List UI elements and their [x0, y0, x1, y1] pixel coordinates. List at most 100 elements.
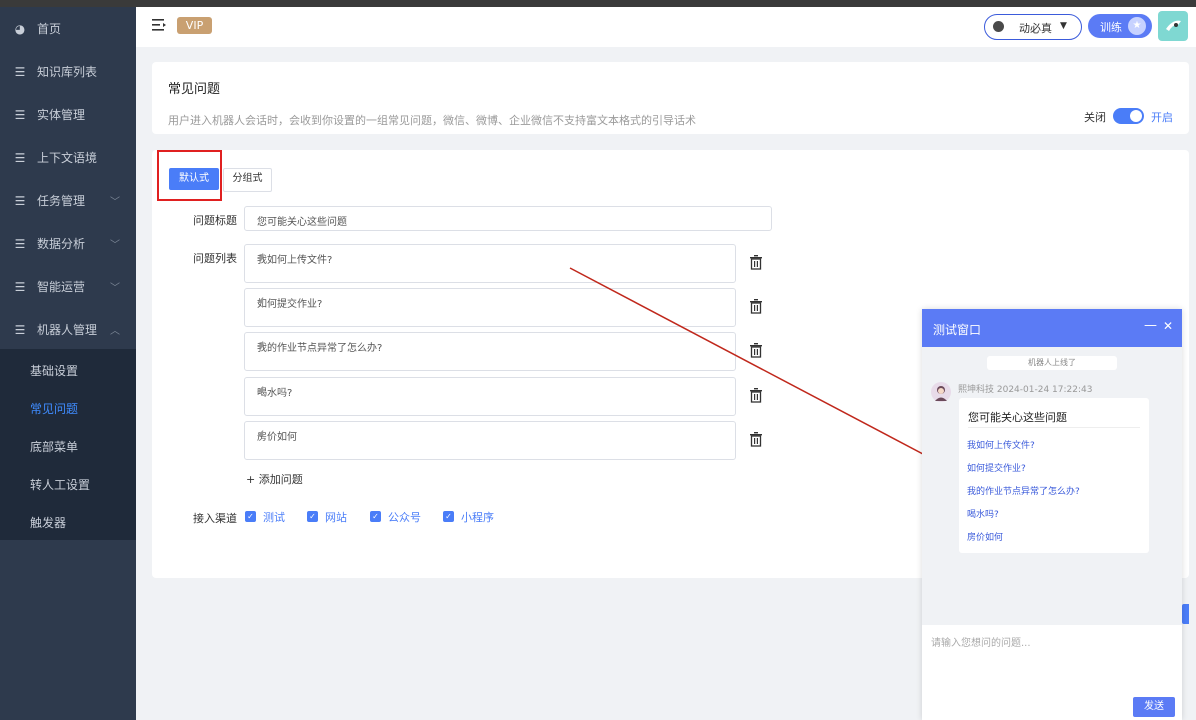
- checkbox-official-account[interactable]: ✓: [370, 511, 381, 522]
- question-textarea[interactable]: 如何提交作业? ◢: [244, 288, 736, 327]
- list-icon: ☰: [14, 279, 26, 294]
- tab-group-style[interactable]: 分组式: [223, 168, 272, 192]
- channel-official-account-label[interactable]: 公众号: [388, 509, 421, 525]
- test-window-title: 测试窗口: [933, 323, 982, 337]
- sidebar-item-knowledge-base[interactable]: ☰ 知识库列表: [0, 50, 136, 93]
- vip-badge: VIP: [177, 17, 212, 34]
- sidebar-item-task[interactable]: ☰ 任务管理 ﹀: [0, 179, 136, 222]
- trash-icon[interactable]: [749, 254, 763, 270]
- train-label: 训练: [1100, 21, 1122, 34]
- sidebar-item-analytics[interactable]: ☰ 数据分析 ﹀: [0, 222, 136, 265]
- dashboard-icon: ◕: [14, 21, 26, 36]
- sidebar-item-label: 知识库列表: [37, 65, 98, 79]
- submenu-basic-settings[interactable]: 基础设置: [0, 351, 136, 389]
- suggested-question-link[interactable]: 如何提交作业?: [967, 461, 1026, 474]
- message-meta: 熙坤科技 2024-01-24 17:22:43: [958, 385, 1093, 395]
- bot-avatar: [931, 382, 951, 402]
- chevron-down-icon: ﹀: [110, 197, 120, 208]
- sidebar-item-entity[interactable]: ☰ 实体管理: [0, 93, 136, 136]
- sidebar-item-label: 数据分析: [37, 237, 86, 251]
- minimize-icon[interactable]: —: [1144, 318, 1157, 333]
- menu-collapse-icon[interactable]: [152, 18, 166, 32]
- suggested-question-link[interactable]: 喝水吗?: [967, 507, 999, 520]
- question-textarea[interactable]: 喝水吗? ◢: [244, 377, 736, 416]
- submenu-transfer-human[interactable]: 转人工设置: [0, 465, 136, 503]
- close-icon[interactable]: ✕: [1163, 319, 1173, 333]
- question-textarea[interactable]: 房价如何 ◢: [244, 421, 736, 460]
- suggested-question-link[interactable]: 我的作业节点异常了怎么办?: [967, 484, 1080, 497]
- resize-grip-icon[interactable]: ◢: [257, 295, 733, 325]
- resize-grip-icon[interactable]: ◢: [257, 339, 733, 369]
- bubble-title: 您可能关心这些问题: [968, 411, 1067, 424]
- chevron-down-icon: ﹀: [110, 283, 120, 294]
- send-button[interactable]: 发送: [1133, 697, 1175, 717]
- chevron-down-icon: ﹀: [110, 240, 120, 251]
- caret-down-icon: ▼: [1060, 21, 1067, 31]
- question-textarea[interactable]: 我如何上传文件? ◢: [244, 244, 736, 283]
- channel-website-label[interactable]: 网站: [325, 509, 347, 525]
- trash-icon[interactable]: [749, 298, 763, 314]
- resize-grip-icon[interactable]: ◢: [257, 384, 733, 414]
- channel-mini-program-label[interactable]: 小程序: [461, 509, 494, 525]
- submenu-bottom-menu[interactable]: 底部菜单: [0, 427, 136, 465]
- page-description: 用户进入机器人会话时，会收到你设置的一组常见问题，微信、微博、企业微信不支持富文…: [168, 114, 696, 127]
- page-title: 常见问题: [168, 82, 221, 97]
- chat-input-area[interactable]: 请输入您想问的问题... 发送: [922, 625, 1182, 720]
- divider: [968, 427, 1140, 428]
- list-icon: ☰: [14, 322, 26, 337]
- window-top-strip: [0, 0, 1196, 7]
- chat-input-placeholder: 请输入您想问的问题...: [931, 638, 1031, 649]
- add-question-button[interactable]: + 添加问题: [246, 471, 303, 487]
- question-title-label: 问题标题: [193, 214, 237, 227]
- resize-grip-icon[interactable]: ◢: [257, 251, 733, 281]
- suggested-question-link[interactable]: 房价如何: [967, 530, 1003, 543]
- toggle-knob: [1130, 110, 1142, 122]
- checkbox-test[interactable]: ✓: [245, 511, 256, 522]
- switch-off-label: 关闭: [1084, 111, 1106, 124]
- robot-submenu: 基础设置 常见问题 底部菜单 转人工设置 触发器: [0, 349, 136, 540]
- list-icon: ☰: [14, 64, 26, 79]
- sidebar-item-robot[interactable]: ☰ 机器人管理 ︿: [0, 308, 136, 351]
- resize-grip-icon[interactable]: ◢: [257, 428, 733, 458]
- list-icon: ☰: [14, 236, 26, 251]
- suggested-question-link[interactable]: 我如何上传文件?: [967, 438, 1035, 451]
- sidebar-item-label: 首页: [37, 22, 62, 36]
- trash-icon[interactable]: [749, 342, 763, 358]
- train-button[interactable]: 训练 ★: [1088, 14, 1152, 38]
- sidebar: ◕ 首页 ☰ 知识库列表 ☰ 实体管理 ☰ 上下文语境 ☰ 任务管理 ﹀ ☰ 数…: [0, 7, 136, 720]
- faq-enable-toggle[interactable]: [1113, 108, 1144, 124]
- question-textarea[interactable]: 我的作业节点异常了怎么办? ◢: [244, 332, 736, 371]
- message-bubble: 您可能关心这些问题 我如何上传文件? 如何提交作业? 我的作业节点异常了怎么办?…: [959, 398, 1149, 553]
- question-title-value: 您可能关心这些问题: [257, 217, 347, 228]
- sidebar-item-label: 智能运营: [37, 280, 86, 294]
- list-icon: ☰: [14, 150, 26, 165]
- checkbox-website[interactable]: ✓: [307, 511, 318, 522]
- sidebar-item-label: 实体管理: [37, 108, 86, 122]
- sidebar-item-label: 任务管理: [37, 194, 86, 208]
- faq-setting-card: 常见问题 用户进入机器人会话时，会收到你设置的一组常见问题，微信、微博、企业微信…: [152, 62, 1189, 134]
- highlight-box: [157, 150, 222, 201]
- sidebar-item-label: 机器人管理: [37, 323, 98, 337]
- list-icon: ☰: [14, 193, 26, 208]
- channel-test-label[interactable]: 测试: [263, 509, 285, 525]
- sidebar-item-label: 上下文语境: [37, 151, 98, 165]
- checkbox-mini-program[interactable]: ✓: [443, 511, 454, 522]
- test-window-header: 测试窗口 — ✕: [922, 309, 1182, 347]
- chevron-up-icon: ︿: [110, 326, 120, 337]
- app-logo-icon[interactable]: [1158, 11, 1188, 41]
- test-window: 测试窗口 — ✕ 机器人上线了 熙坤科技 2024-01-24 17:22:43…: [922, 309, 1182, 720]
- question-title-input[interactable]: 您可能关心这些问题: [244, 206, 772, 231]
- sidebar-item-operations[interactable]: ☰ 智能运营 ﹀: [0, 265, 136, 308]
- submenu-triggers[interactable]: 触发器: [0, 503, 136, 541]
- status-badge: 机器人上线了: [987, 356, 1117, 370]
- sidebar-item-home[interactable]: ◕ 首页: [0, 7, 136, 50]
- user-menu-button[interactable]: 动必真 ▼: [984, 14, 1082, 40]
- side-action-tab[interactable]: [1182, 604, 1189, 624]
- sidebar-item-context[interactable]: ☰ 上下文语境: [0, 136, 136, 179]
- trash-icon[interactable]: [749, 431, 763, 447]
- submenu-faq[interactable]: 常见问题: [0, 389, 136, 427]
- trash-icon[interactable]: [749, 387, 763, 403]
- switch-on-label: 开启: [1151, 111, 1173, 124]
- star-icon: ★: [1128, 17, 1146, 35]
- top-header: VIP 动必真 ▼ 训练 ★: [136, 7, 1196, 47]
